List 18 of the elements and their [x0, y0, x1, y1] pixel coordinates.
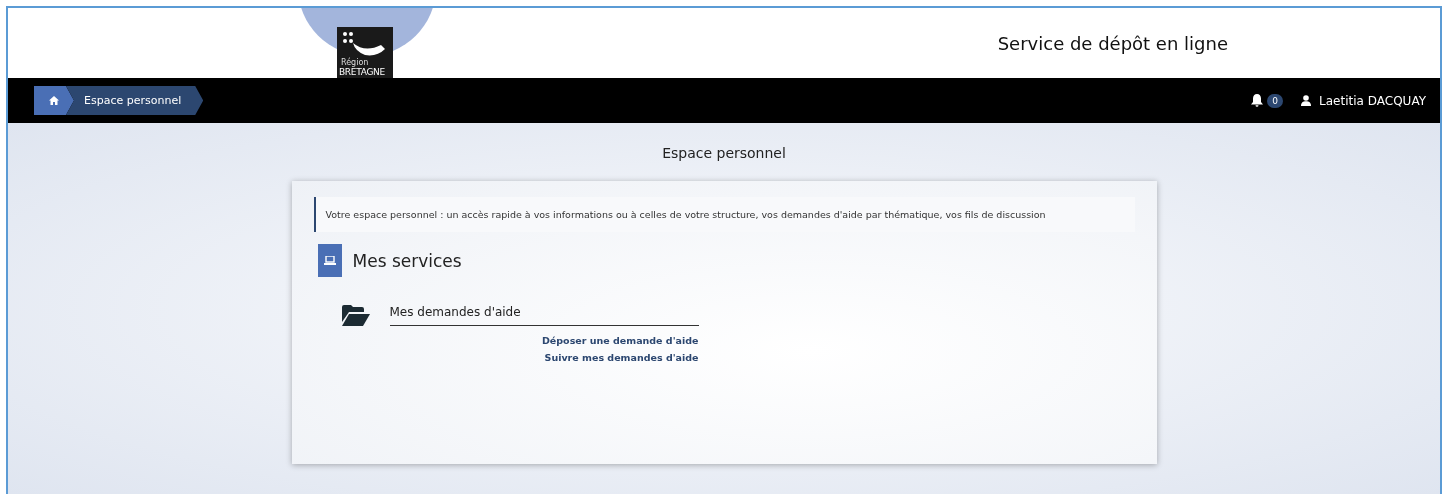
- logo-text: Région: [341, 58, 369, 67]
- laptop-icon: [323, 256, 336, 265]
- user-icon: [1301, 95, 1312, 106]
- folder-icon: [341, 305, 370, 326]
- logo-text: BRETAGNE: [339, 67, 385, 77]
- service-title: Mes demandes d'aide: [389, 305, 699, 326]
- intro-text: Votre espace personnel : un accès rapide à vos informations ou à celles de votre structure, vos demandes d'aide par thématique, vos fils de discussion: [313, 197, 1135, 232]
- notification-count: 0: [1267, 93, 1284, 108]
- bell-icon[interactable]: [1251, 94, 1264, 107]
- section-title: Mes services: [352, 250, 462, 271]
- home-breadcrumb[interactable]: [34, 86, 74, 115]
- service-link[interactable]: Déposer une demande d'aide: [542, 335, 699, 346]
- service-link[interactable]: Suivre mes demandes d'aide: [544, 352, 699, 363]
- breadcrumb-item[interactable]: Espace personnel: [66, 86, 204, 115]
- user-name[interactable]: Laetitia DACQUAY: [1319, 93, 1426, 108]
- page-title: Espace personnel: [662, 145, 786, 161]
- home-icon: [49, 96, 59, 105]
- site-title: Service de dépôt en ligne: [997, 32, 1228, 54]
